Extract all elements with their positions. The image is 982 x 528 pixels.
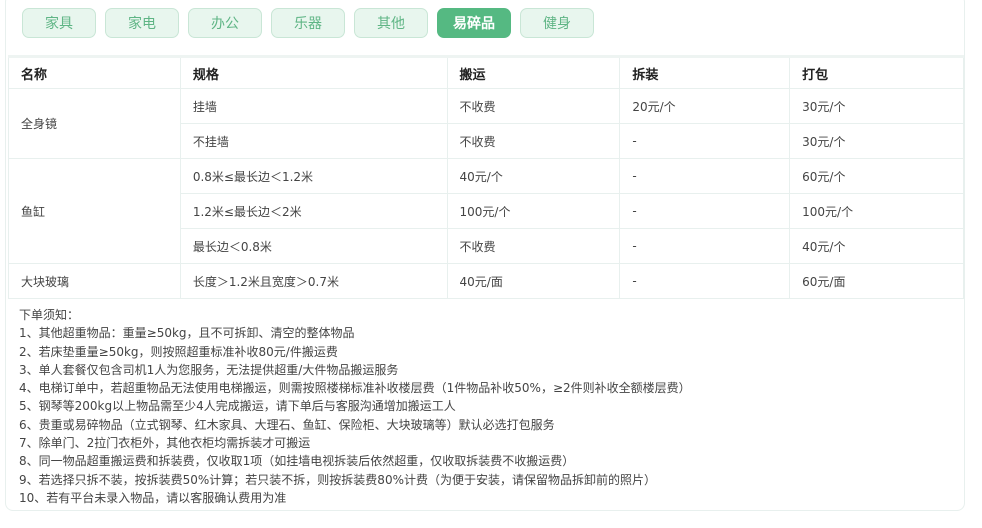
note-item: 7、除单门、2拉门衣柜外，其他衣柜均需拆装才可搬运 xyxy=(19,436,311,451)
table-cell: 40元/个 xyxy=(446,158,621,194)
table-cell: 100元/个 xyxy=(789,193,964,229)
tab-0[interactable]: 家具 xyxy=(22,8,96,38)
note-item: 10、若有平台未录入物品，请以客服确认费用为准 xyxy=(19,490,287,505)
note-item: 9、若选择只拆不装，按拆装费50%计算；若只装不拆，则按拆装费80%计费（为便于… xyxy=(19,472,656,487)
note-item: 6、贵重或易碎物品（立式钢琴、红木家具、大理石、鱼缸、保险柜、大块玻璃等）默认必… xyxy=(19,417,555,432)
table-cell: - xyxy=(619,158,791,194)
table-cell: 60元/个 xyxy=(789,158,964,194)
column-header: 拆装 xyxy=(619,55,791,89)
table-cell: - xyxy=(619,193,791,229)
table-cell: 30元/个 xyxy=(789,123,964,159)
table-cell: 挂墙 xyxy=(179,88,448,124)
column-header: 名称 xyxy=(8,55,181,89)
tab-1[interactable]: 家电 xyxy=(105,8,179,38)
table-cell: 40元/个 xyxy=(789,228,964,264)
price-table: 名称 规格 搬运 拆装 打包 全身镜 挂墙 不收费 20元/个 30元/个 不挂墙 不收费 -30元/… xyxy=(8,55,964,299)
category-tabs: 家具 家电 办公 乐器 其他 易碎品 健身 xyxy=(22,8,594,38)
order-notes: 下单须知： 1、其他超重物品：重量≥50kg，且不可拆卸、清空的整体物品 2、若床… xyxy=(19,306,691,507)
column-header: 搬运 xyxy=(446,55,621,89)
table-row: 鱼缸 0.8米≤最长边＜1.2米 40元/个 -60元/个 xyxy=(8,158,964,264)
item-name: 大块玻璃 xyxy=(8,263,181,299)
table-cell: 60元/面 xyxy=(789,263,964,299)
table-cell: 不收费 xyxy=(446,228,621,264)
tab-2[interactable]: 办公 xyxy=(188,8,262,38)
table-row: 全身镜 挂墙 不收费 20元/个 30元/个 xyxy=(8,88,964,159)
note-item: 4、电梯订单中，若超重物品无法使用电梯搬运，则需按照楼梯标准补收楼层费（1件物品… xyxy=(19,381,691,396)
table-cell: - xyxy=(619,228,791,264)
tab-5[interactable]: 易碎品 xyxy=(437,8,511,38)
table-cell: 30元/个 xyxy=(789,88,964,124)
table-cell: 不挂墙 xyxy=(179,123,448,159)
table-header: 名称 规格 搬运 拆装 打包 xyxy=(8,55,964,89)
column-header: 规格 xyxy=(179,55,448,89)
table-cell: 最长边＜0.8米 xyxy=(179,228,448,264)
table-cell: 长度＞1.2米且宽度＞0.7米 xyxy=(179,263,448,299)
note-item: 2、若床垫重量≥50kg，则按照超重标准补收80元/件搬运费 xyxy=(19,344,338,359)
table-cell: - xyxy=(619,123,791,159)
table-cell: 40元/面 xyxy=(446,263,621,299)
table-cell: 不收费 xyxy=(446,88,621,124)
note-item: 5、钢琴等200kg以上物品需至少4人完成搬运，请下单后与客服沟通增加搬运工人 xyxy=(19,399,456,414)
note-item: 1、其他超重物品：重量≥50kg，且不可拆卸、清空的整体物品 xyxy=(19,326,355,341)
note-item: 8、同一物品超重搬运费和拆装费，仅收取1项（如挂墙电视拆装后依然超重，仅收取拆装… xyxy=(19,454,575,469)
note-item: 3、单人套餐仅包含司机1人为您服务，无法提供超重/大件物品搬运服务 xyxy=(19,362,399,377)
notes-title: 下单须知： xyxy=(19,308,80,322)
column-header: 打包 xyxy=(789,55,964,89)
table-cell: 20元/个 xyxy=(619,88,791,124)
table-cell: 1.2米≤最长边＜2米 xyxy=(179,193,448,229)
item-name: 全身镜 xyxy=(8,88,181,159)
table-row: 大块玻璃 长度＞1.2米且宽度＞0.7米 40元/面 -60元/面 xyxy=(8,263,964,299)
table-cell: 100元/个 xyxy=(446,193,621,229)
table-cell: - xyxy=(619,263,791,299)
tab-3[interactable]: 乐器 xyxy=(271,8,345,38)
table-cell: 不收费 xyxy=(446,123,621,159)
item-name: 鱼缸 xyxy=(8,158,181,264)
table-cell: 0.8米≤最长边＜1.2米 xyxy=(179,158,448,194)
tab-4[interactable]: 其他 xyxy=(354,8,428,38)
tab-6[interactable]: 健身 xyxy=(520,8,594,38)
